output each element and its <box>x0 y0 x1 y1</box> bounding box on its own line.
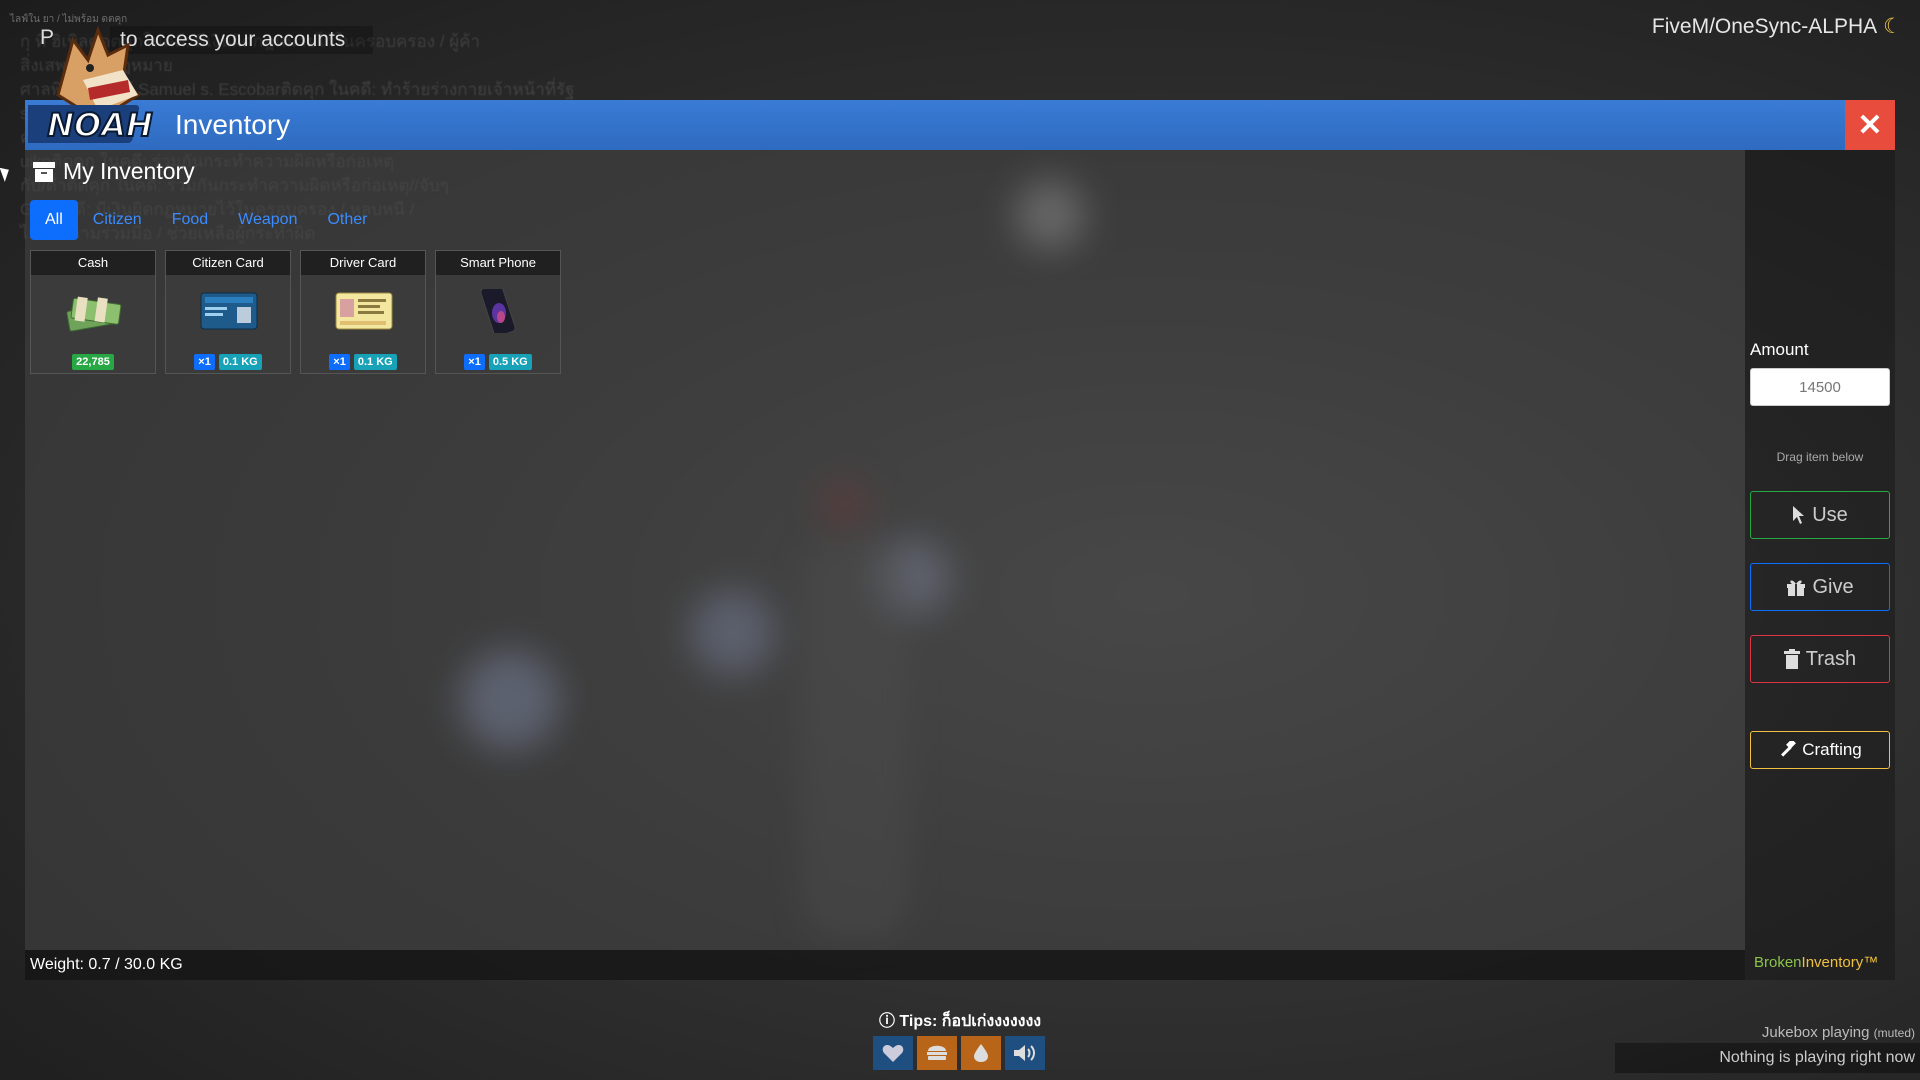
svg-text:NOAH: NOAH <box>47 106 153 144</box>
inventory-header: Inventory ✕ <box>25 100 1895 150</box>
tips-bar: ⓘ Tips: ก็อปเก่งงงงงงง <box>0 1007 1920 1034</box>
gift-icon <box>1787 580 1806 596</box>
amount-input[interactable] <box>1750 368 1890 406</box>
water-drop-icon <box>961 1036 1001 1070</box>
item-slot-cash[interactable]: Cash 22,785 <box>30 250 156 374</box>
inventory-panel: My Inventory All Citizen Food Weapon Oth… <box>25 150 1745 950</box>
tab-weapon[interactable]: Weapon <box>223 200 312 240</box>
trash-button[interactable]: Trash <box>1750 635 1890 683</box>
noah-wolf-logo: NOAH <box>28 25 154 145</box>
item-name: Cash <box>31 251 155 275</box>
item-badges: 22,785 <box>31 354 155 370</box>
trash-icon <box>1783 649 1800 669</box>
citizen-card-icon <box>200 292 258 330</box>
heart-icon <box>873 1036 913 1070</box>
drag-hint: Drag item below <box>1776 450 1864 464</box>
crafting-label: Crafting <box>1802 740 1862 759</box>
speaker-icon <box>1005 1036 1045 1070</box>
close-button[interactable]: ✕ <box>1845 100 1895 150</box>
action-side-panel: Amount Drag item below Use Give Trash Cr… <box>1745 150 1895 980</box>
use-label: Use <box>1812 503 1848 526</box>
broken-inventory-brand: BrokenInventory™ <box>1754 954 1878 971</box>
jukebox-status: Jukebox playing (muted) <box>1762 1024 1915 1041</box>
tab-food[interactable]: Food <box>157 200 223 240</box>
category-tabs: All Citizen Food Weapon Other <box>30 200 382 240</box>
info-icon: ⓘ <box>878 1013 900 1030</box>
item-slot-driver-card[interactable]: Driver Card ×1 0.1 KG <box>300 250 426 374</box>
burger-icon <box>917 1036 957 1070</box>
inventory-title: Inventory <box>175 109 291 140</box>
weight-badge: 0.1 KG <box>218 354 262 370</box>
smartphone-icon <box>480 289 516 333</box>
item-badges: ×1 0.1 KG <box>301 354 425 370</box>
tips-text: Tips: ก็อปเก่งงงงงงง <box>899 1013 1042 1030</box>
give-button[interactable]: Give <box>1750 563 1890 611</box>
server-title: FiveM/OneSync-ALPHA ☾ <box>1652 14 1902 39</box>
pointer-icon <box>1793 506 1805 524</box>
moon-icon: ☾ <box>1883 15 1902 38</box>
my-inventory-label: My Inventory <box>63 158 195 184</box>
item-grid: Cash 22,785 Citizen Card ×1 0.1 KG Drive… <box>30 250 561 374</box>
status-hud <box>873 1036 1045 1070</box>
driver-card-icon <box>335 292 393 330</box>
weight-badge: 0.5 KG <box>488 354 532 370</box>
inventory-footer: Weight: 0.7 / 30.0 KG <box>25 950 1745 980</box>
amount-label: Amount <box>1750 340 1809 359</box>
quantity-badge: ×1 <box>194 354 215 370</box>
item-name: Driver Card <box>301 251 425 275</box>
tab-citizen[interactable]: Citizen <box>78 200 157 240</box>
tab-other[interactable]: Other <box>312 200 382 240</box>
crafting-button[interactable]: Crafting <box>1750 731 1890 769</box>
quantity-badge: ×1 <box>464 354 485 370</box>
my-inventory-heading: My Inventory <box>33 158 195 185</box>
now-playing-text: Nothing is playing right now <box>1615 1043 1920 1073</box>
hammer-icon <box>1781 741 1797 757</box>
jukebox-muted: (muted) <box>1873 1026 1915 1040</box>
cash-icon <box>66 296 122 332</box>
brand-part-b: Inventory™ <box>1801 954 1879 971</box>
item-badges: ×1 0.5 KG <box>436 354 560 370</box>
quantity-badge: ×1 <box>329 354 350 370</box>
weight-badge: 0.1 KG <box>353 354 397 370</box>
cash-amount-badge: 22,785 <box>72 354 114 370</box>
trash-label: Trash <box>1805 647 1857 670</box>
item-slot-smart-phone[interactable]: Smart Phone ×1 0.5 KG <box>435 250 561 374</box>
brand-part-a: Broken <box>1754 954 1802 971</box>
tab-all[interactable]: All <box>30 200 78 240</box>
archive-box-icon <box>33 161 55 183</box>
jukebox-label: Jukebox playing <box>1761 1024 1870 1041</box>
server-title-text: FiveM/OneSync-ALPHA <box>1651 15 1878 38</box>
use-button[interactable]: Use <box>1750 491 1890 539</box>
give-label: Give <box>1812 575 1854 598</box>
item-slot-citizen-card[interactable]: Citizen Card ×1 0.1 KG <box>165 250 291 374</box>
item-badges: ×1 0.1 KG <box>166 354 290 370</box>
weight-indicator: Weight: 0.7 / 30.0 KG <box>30 956 183 973</box>
item-name: Citizen Card <box>166 251 290 275</box>
item-name: Smart Phone <box>436 251 560 275</box>
